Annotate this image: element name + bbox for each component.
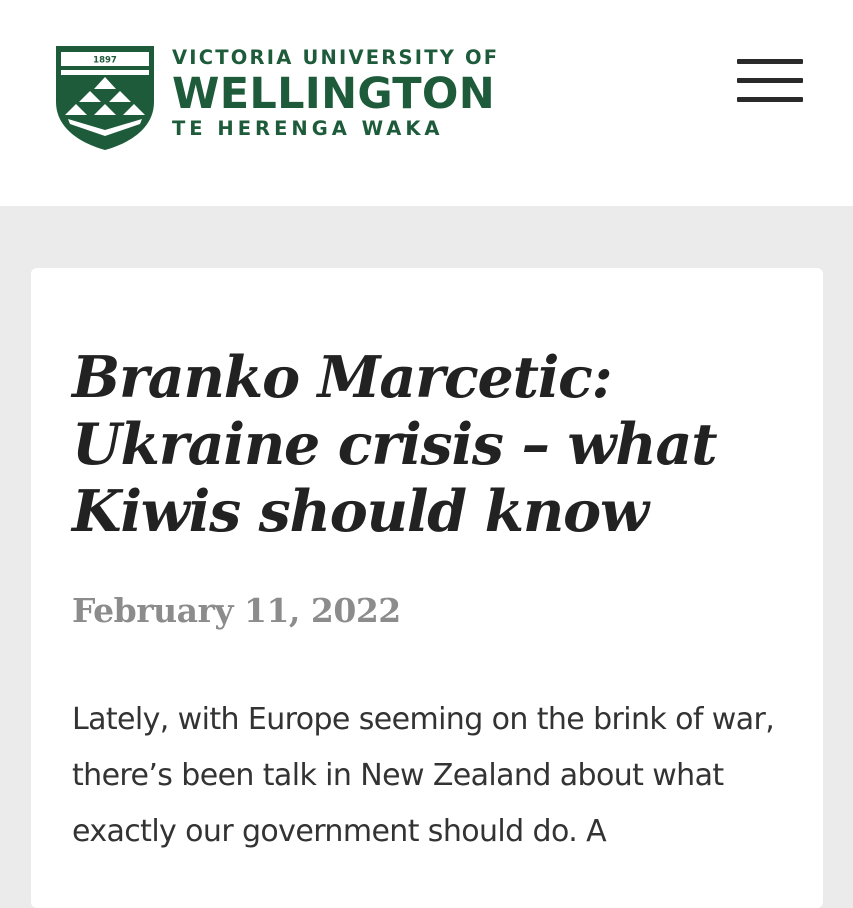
menu-bar-top	[737, 59, 803, 64]
university-wordmark: VICTORIA UNIVERSITY OF WELLINGTON TE HER…	[172, 46, 499, 141]
university-logo[interactable]: 1897 VICTORIA UNIVERSITY OF WELLINGTON T…	[54, 44, 514, 154]
wordmark-line-victoria: VICTORIA UNIVERSITY OF	[172, 46, 500, 69]
wordmark-line-wellington: WELLINGTON	[172, 69, 496, 119]
article-date: February 11, 2022	[72, 591, 401, 630]
menu-bar-middle	[737, 78, 803, 83]
wordmark-line-te-herenga-waka: TE HERENGA WAKA	[172, 117, 444, 140]
site-header: 1897 VICTORIA UNIVERSITY OF WELLINGTON T…	[0, 0, 853, 206]
article-title: Branko Marcetic: Ukraine crisis – what K…	[72, 344, 718, 545]
svg-text:1897: 1897	[93, 56, 117, 66]
hamburger-menu-button[interactable]	[737, 57, 803, 105]
university-crest-icon: 1897	[56, 46, 154, 150]
menu-bar-bottom	[737, 97, 803, 102]
article-body: Lately, with Europe seeming on the brink…	[72, 702, 775, 849]
article-card: Branko Marcetic: Ukraine crisis – what K…	[31, 268, 823, 908]
